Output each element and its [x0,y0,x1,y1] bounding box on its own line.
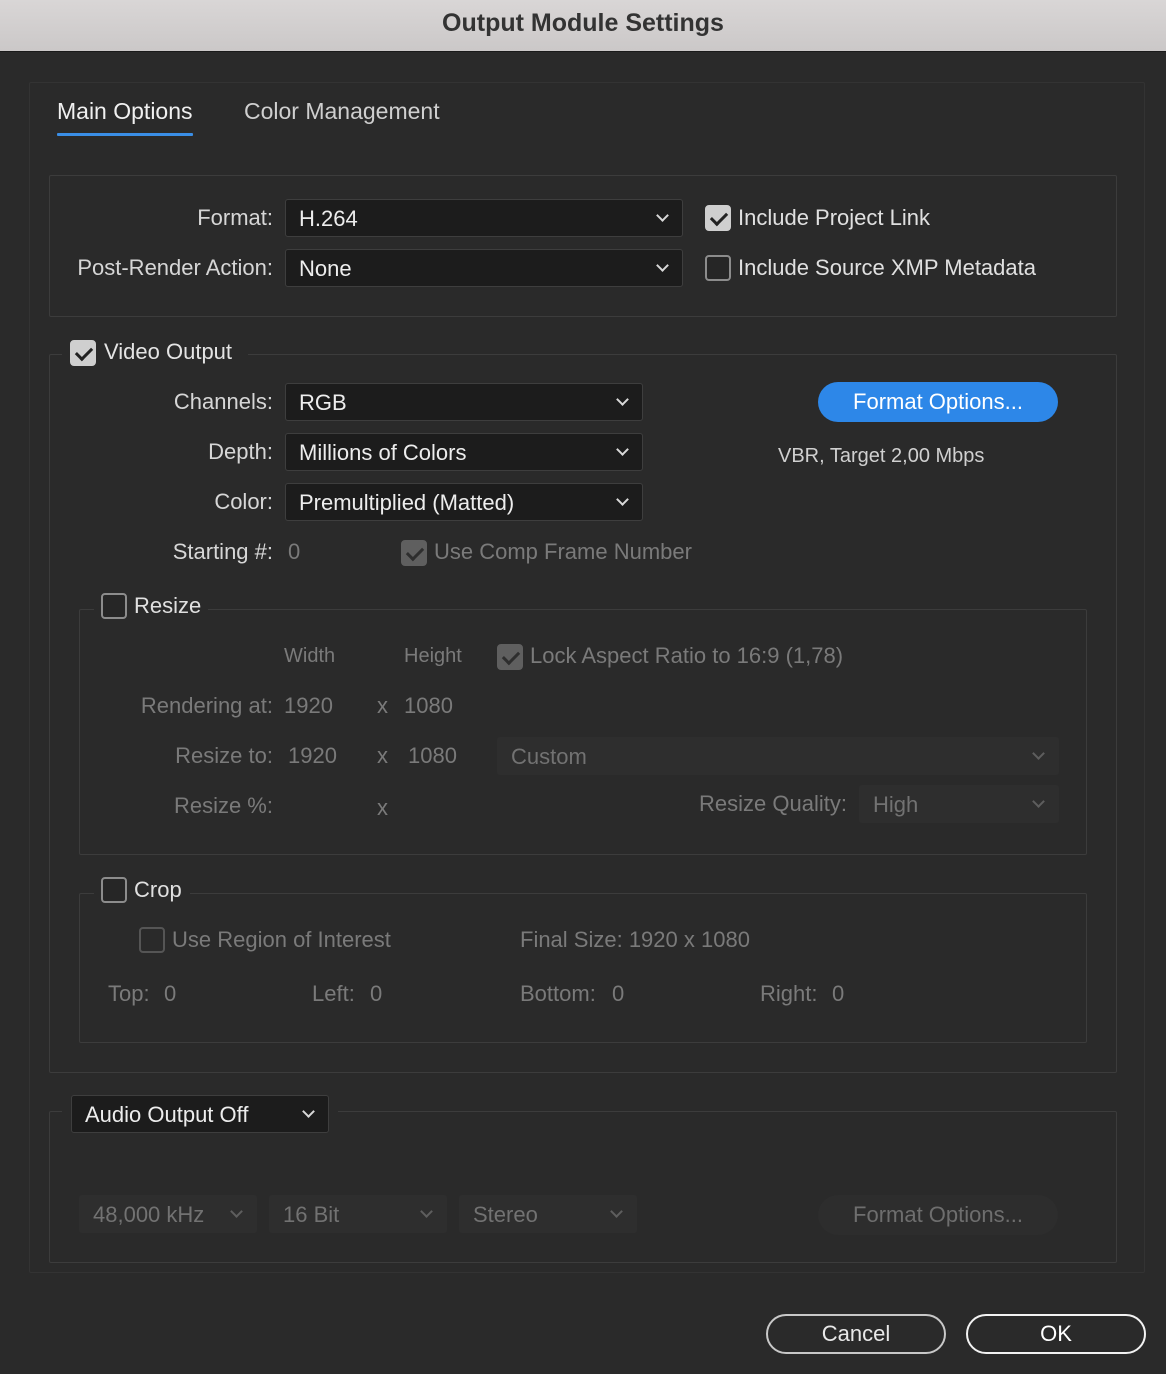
audio-rate-value: 48,000 kHz [93,1202,205,1227]
crop-checkbox[interactable] [101,877,127,903]
include-project-link-checkbox[interactable] [705,205,731,231]
format-options-button[interactable]: Format Options... [818,382,1058,422]
post-render-label: Post-Render Action: [77,255,273,280]
resize-quality-select[interactable]: High [859,785,1059,823]
audio-format-options-button[interactable]: Format Options... [818,1195,1058,1235]
chevron-down-icon [420,1205,433,1218]
title-bar: Output Module Settings [0,0,1166,52]
channels-select[interactable]: RGB [285,383,643,421]
resize-to-height: 1080 [408,743,457,768]
tab-color-management[interactable]: Color Management [244,98,440,134]
audio-output-value: Audio Output Off [85,1102,249,1127]
resize-quality-value: High [873,792,919,817]
width-header: Width [284,645,336,667]
crop-group [79,893,1087,1043]
crop-top-label: Top: [108,981,150,1006]
chevron-down-icon [616,443,629,456]
use-comp-frame-label: Use Comp Frame Number [434,539,692,564]
chevron-down-icon [1032,795,1045,808]
resize-to-label: Resize to: [175,743,273,768]
resize-percent-label: Resize %: [173,793,273,818]
depth-value: Millions of Colors [299,440,467,465]
rendering-width: 1920 [284,693,333,718]
starting-number-label: Starting #: [172,539,273,564]
color-label: Color: [214,489,273,514]
audio-bits-value: 16 Bit [283,1202,340,1227]
resize-preset-select[interactable]: Custom [497,737,1059,775]
channels-label: Channels: [173,389,273,414]
use-roi-checkbox[interactable] [139,927,165,953]
post-render-value: None [299,256,352,281]
chevron-down-icon [616,393,629,406]
resize-to-times: x [377,743,388,768]
starting-number-value: 0 [288,539,301,564]
format-summary: VBR, Target 2,00 Mbps [778,445,985,467]
resize-preset-value: Custom [511,744,587,769]
use-roi-label: Use Region of Interest [172,927,391,952]
audio-channels-value: Stereo [473,1202,538,1227]
crop-label: Crop [134,877,182,902]
chevron-down-icon [610,1205,623,1218]
include-xmp-checkbox[interactable] [705,255,731,281]
audio-bits-select[interactable]: 16 Bit [269,1195,447,1233]
crop-right-value: 0 [832,981,845,1006]
chevron-down-icon [616,493,629,506]
chevron-down-icon [656,209,669,222]
audio-rate-select[interactable]: 48,000 kHz [79,1195,257,1233]
chevron-down-icon [302,1105,315,1118]
rendering-at-label: Rendering at: [140,693,273,718]
use-comp-frame-checkbox[interactable] [401,540,427,566]
resize-checkbox[interactable] [101,593,127,619]
audio-output-select[interactable]: Audio Output Off [71,1095,329,1133]
resize-to-width: 1920 [288,743,337,768]
ok-button[interactable]: OK [966,1314,1146,1354]
lock-aspect-label: Lock Aspect Ratio to 16:9 (1,78) [530,643,844,668]
video-output-checkbox[interactable] [70,340,96,366]
include-project-link-label: Include Project Link [738,205,930,230]
audio-channels-select[interactable]: Stereo [459,1195,637,1233]
window-title: Output Module Settings [442,9,724,37]
crop-left-label: Left: [312,981,355,1006]
format-group [49,175,1117,317]
format-label: Format: [197,205,273,230]
format-select[interactable]: H.264 [285,199,683,237]
resize-percent-times: x [377,795,388,820]
crop-right-label: Right: [760,981,818,1006]
post-render-select[interactable]: None [285,249,683,287]
crop-bottom-label: Bottom: [520,981,596,1006]
resize-label: Resize [134,593,202,618]
color-value: Premultiplied (Matted) [299,490,515,515]
height-header: Height [404,645,462,667]
lock-aspect-checkbox[interactable] [497,644,523,670]
resize-quality-label: Resize Quality: [699,791,847,816]
crop-bottom-value: 0 [612,981,625,1006]
rendering-times: x [377,693,388,718]
tab-main-options[interactable]: Main Options [57,98,193,136]
video-output-label: Video Output [104,339,233,364]
chevron-down-icon [1032,747,1045,760]
depth-select[interactable]: Millions of Colors [285,433,643,471]
depth-label: Depth: [208,439,273,464]
cancel-button[interactable]: Cancel [766,1314,946,1354]
chevron-down-icon [656,259,669,272]
final-size: Final Size: 1920 x 1080 [520,927,750,952]
channels-value: RGB [299,390,347,415]
chevron-down-icon [230,1205,243,1218]
format-value: H.264 [299,206,358,231]
include-xmp-label: Include Source XMP Metadata [738,255,1036,280]
crop-top-value: 0 [164,981,177,1006]
rendering-height: 1080 [404,693,453,718]
color-select[interactable]: Premultiplied (Matted) [285,483,643,521]
crop-left-value: 0 [370,981,383,1006]
